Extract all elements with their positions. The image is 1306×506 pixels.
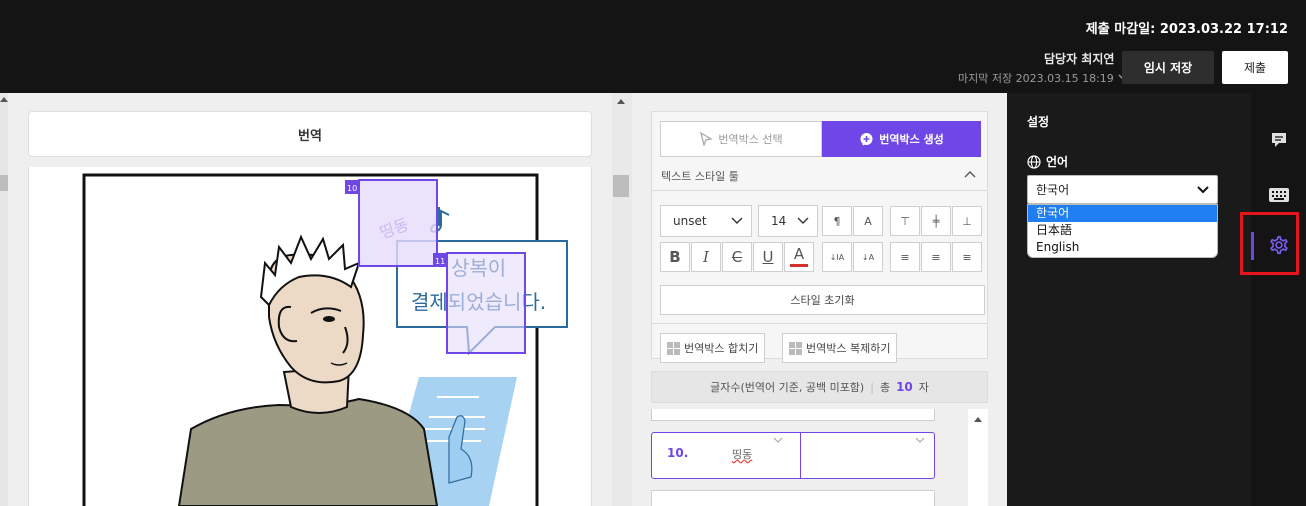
- align-middle-icon[interactable]: ╪: [921, 206, 951, 236]
- font-size-value: 14: [771, 214, 787, 228]
- duplicate-icon: [789, 341, 802, 355]
- char-count-label: 글자수(번역어 기준, 공백 미포함): [710, 381, 865, 394]
- cursor-icon: [700, 132, 714, 146]
- select-box-mode-button[interactable]: 번역박스 선택: [660, 121, 822, 157]
- list-scrollbar[interactable]: [968, 409, 988, 506]
- canvas-scrollbar[interactable]: [612, 93, 632, 506]
- language-option-japanese[interactable]: 日本語: [1028, 222, 1217, 239]
- box-10-badge: 10: [347, 184, 357, 193]
- translation-canvas-pane: 번역 띵동 10 11: [0, 93, 632, 506]
- divider: [652, 190, 987, 191]
- char-total: 10: [896, 380, 913, 394]
- list-item[interactable]: [651, 490, 935, 506]
- text-style-tools-title: 텍스트 스타일 툴: [661, 170, 739, 183]
- scroll-up-icon[interactable]: [617, 99, 625, 104]
- submit-button[interactable]: 제출: [1222, 51, 1288, 84]
- font-family-select[interactable]: unset: [660, 205, 752, 237]
- scroll-thumb[interactable]: [613, 175, 629, 197]
- chevron-down-icon: [731, 217, 743, 224]
- chevron-up-icon[interactable]: [964, 170, 976, 178]
- language-label-row: 언어: [1027, 153, 1068, 170]
- font-family-value: unset: [673, 214, 707, 228]
- language-label: 언어: [1046, 155, 1069, 169]
- line-height-icon[interactable]: ¶: [822, 206, 852, 236]
- chevron-down-icon: [1197, 185, 1209, 193]
- language-value: 한국어: [1036, 183, 1070, 197]
- list-item-number: 10.: [667, 446, 689, 460]
- last-save-info[interactable]: 마지막 저장 2023.03.15 18:19: [958, 70, 1130, 86]
- tool-pane: 번역박스 선택 번역박스 생성 텍스트 스타일 툴 unset 14 ¶ A ⊤…: [632, 93, 1007, 506]
- list-item[interactable]: [651, 409, 935, 421]
- language-select[interactable]: 한국어: [1027, 175, 1218, 204]
- char-count-bar: 글자수(번역어 기준, 공백 미포함) | 총 10 자: [651, 371, 988, 403]
- char-unit: 자: [918, 381, 929, 394]
- create-box-label: 번역박스 생성: [879, 133, 944, 146]
- create-box-mode-button[interactable]: 번역박스 생성: [822, 121, 981, 157]
- scroll-up-icon[interactable]: [0, 97, 8, 102]
- align-top-icon[interactable]: ⊤: [890, 206, 920, 236]
- right-icon-rail: [1251, 93, 1306, 506]
- text-color-icon[interactable]: A: [784, 242, 814, 272]
- language-dropdown-list: 한국어 日本語 English: [1027, 204, 1218, 258]
- letter-spacing-icon[interactable]: A: [853, 206, 883, 236]
- align-right-icon[interactable]: ≡: [952, 242, 982, 272]
- keyboard-icon[interactable]: [1268, 184, 1290, 206]
- last-save-text: 마지막 저장 2023.03.15 18:19: [958, 72, 1114, 85]
- duplicate-box-button[interactable]: 번역박스 복제하기: [782, 333, 898, 363]
- manager-name: 담당자 최지연: [1044, 52, 1115, 66]
- scroll-thumb[interactable]: [0, 175, 8, 191]
- underline-icon[interactable]: U: [753, 242, 783, 272]
- temp-save-button[interactable]: 임시 저장: [1122, 51, 1214, 84]
- style-tools-panel: 번역박스 선택 번역박스 생성 텍스트 스타일 툴 unset 14 ¶ A ⊤…: [651, 111, 988, 363]
- translation-box-list: 10. 띵동: [651, 409, 988, 506]
- align-center-icon[interactable]: ≡: [921, 242, 951, 272]
- align-left-icon[interactable]: ≡: [890, 242, 920, 272]
- comment-icon[interactable]: [1268, 129, 1290, 151]
- style-reset-button[interactable]: 스타일 초기화: [660, 285, 985, 315]
- font-size-select[interactable]: 14: [758, 205, 818, 237]
- align-bottom-icon[interactable]: ⊥: [952, 206, 982, 236]
- chevron-down-icon[interactable]: [773, 437, 783, 443]
- text-vertical-icon[interactable]: ↓IA: [822, 242, 852, 272]
- merge-label: 번역박스 합치기: [684, 342, 759, 355]
- divider: [652, 323, 987, 324]
- select-box-label: 번역박스 선택: [718, 133, 783, 146]
- settings-panel: 설정 언어 한국어 한국어 日本語 English: [1007, 93, 1251, 506]
- submission-deadline: 제출 마감일: 2023.03.22 17:12: [1085, 22, 1288, 37]
- italic-icon[interactable]: I: [691, 242, 721, 272]
- scroll-up-icon[interactable]: [974, 417, 982, 422]
- list-item-text: 띵동: [732, 448, 753, 461]
- settings-title: 설정: [1027, 115, 1050, 129]
- merge-icon: [667, 341, 680, 355]
- box-11-badge: 11: [435, 257, 445, 266]
- list-item-active[interactable]: 10. 띵동: [651, 432, 935, 479]
- left-scrollbar[interactable]: [0, 93, 8, 506]
- globe-icon: [1027, 154, 1041, 169]
- text-rotate-icon[interactable]: ↓A: [853, 242, 883, 272]
- chevron-down-icon[interactable]: [915, 437, 925, 443]
- merge-boxes-button[interactable]: 번역박스 합치기: [660, 333, 766, 363]
- plus-chat-icon: [860, 132, 873, 146]
- comic-panel-image: 상복이 결제되었습니다. 띵동 10 11: [82, 173, 568, 506]
- strikethrough-icon[interactable]: C: [722, 242, 752, 272]
- chevron-down-icon: [797, 217, 809, 224]
- pane-title: 번역: [28, 111, 592, 157]
- char-total-prefix: 총: [879, 381, 891, 394]
- bold-icon[interactable]: B: [660, 242, 690, 272]
- top-bar: 제출 마감일: 2023.03.22 17:12 담당자 최지연 마지막 저장 …: [0, 0, 1306, 93]
- language-option-korean[interactable]: 한국어: [1028, 205, 1217, 222]
- duplicate-label: 번역박스 복제하기: [806, 342, 891, 355]
- comic-canvas[interactable]: 상복이 결제되었습니다. 띵동 10 11: [28, 167, 592, 506]
- divider: [800, 433, 801, 478]
- language-option-english[interactable]: English: [1028, 239, 1217, 256]
- highlight-box: [1240, 212, 1299, 275]
